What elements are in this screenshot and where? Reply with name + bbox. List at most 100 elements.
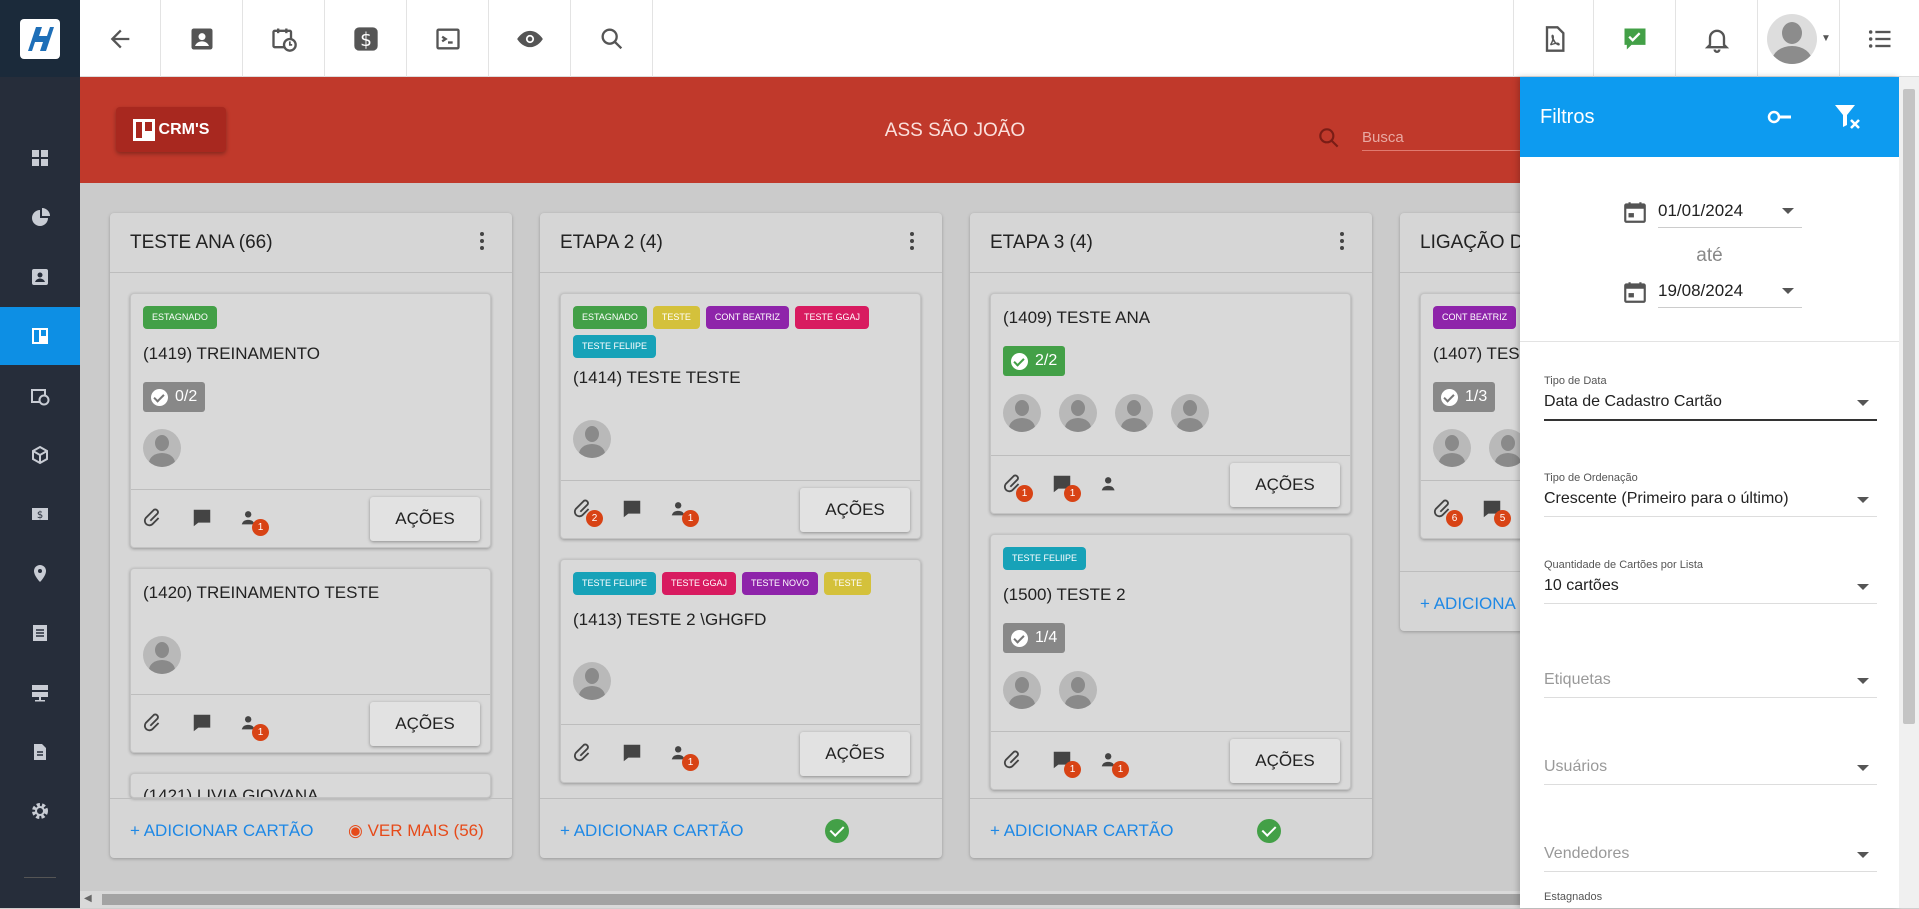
avatar[interactable]	[1433, 429, 1471, 467]
back-button[interactable]	[80, 0, 161, 77]
more-vert-icon[interactable]	[1330, 229, 1354, 259]
avatar[interactable]	[1489, 429, 1520, 467]
board-search-input[interactable]	[1362, 125, 1532, 151]
check-circle-icon[interactable]	[825, 819, 849, 843]
paperclip-icon[interactable]: 2	[573, 498, 603, 527]
user-menu-button[interactable]: ▼	[1759, 0, 1840, 77]
sidebar-item-products[interactable]	[0, 426, 80, 484]
paperclip-icon[interactable]	[1003, 749, 1025, 776]
avatar[interactable]	[1115, 394, 1153, 432]
stagnant-filter[interactable]: Estagnados	[1544, 891, 1877, 909]
card[interactable]: TESTE FELIIPE (1500) TESTE 2 1/4 1 1 AÇÕ…	[990, 534, 1351, 790]
paperclip-icon[interactable]	[573, 742, 595, 769]
add-card-button[interactable]: + ADICIONAR CARTÃO	[560, 821, 743, 841]
avatar[interactable]	[1003, 394, 1041, 432]
card[interactable]: ESTAGNADO TESTE CONT BEATRIZ TESTE GGAJ …	[560, 293, 921, 539]
list-title: TESTE ANA (66)	[130, 231, 273, 253]
menu-button[interactable]	[1841, 0, 1919, 77]
members-icon[interactable]: 1	[239, 712, 269, 741]
sidebar-item-reports[interactable]	[0, 189, 80, 247]
app-logo[interactable]	[0, 0, 80, 77]
members-icon[interactable]	[1099, 473, 1121, 500]
sellers-select[interactable]: Vendedores	[1544, 845, 1877, 872]
comment-icon[interactable]	[191, 507, 213, 534]
sidebar-item-contacts[interactable]	[0, 248, 80, 306]
sidebar-item-locations[interactable]	[0, 545, 80, 603]
card-actions-button[interactable]: AÇÕES	[1230, 739, 1340, 783]
comment-icon[interactable]: 5	[1481, 498, 1511, 527]
sidebar-item-settings[interactable]	[0, 782, 80, 840]
sidebar-item-schedule[interactable]	[0, 367, 80, 425]
members-icon[interactable]: 1	[669, 498, 699, 527]
sidebar-item-files[interactable]	[0, 723, 80, 781]
scroll-left-icon[interactable]: ◀	[84, 893, 92, 904]
card-actions-button[interactable]: AÇÕES	[1230, 463, 1340, 507]
cards-per-list-select[interactable]: Quantidade de Cartões por Lista 10 cartõ…	[1544, 559, 1877, 604]
avatar[interactable]	[143, 429, 181, 467]
paperclip-icon[interactable]: 6	[1433, 498, 1463, 527]
notifications-button[interactable]	[1677, 0, 1758, 77]
approved-button[interactable]	[1595, 0, 1676, 77]
avatar[interactable]	[1059, 394, 1097, 432]
comment-icon[interactable]: 1	[1051, 473, 1081, 502]
card[interactable]: TESTE FELIIPE TESTE GGAJ TESTE NOVO TEST…	[560, 559, 921, 783]
avatar[interactable]	[143, 636, 181, 674]
comment-icon[interactable]	[621, 742, 643, 769]
card[interactable]: CONT BEATRIZ (1407) TES 1/3 6 5	[1420, 293, 1520, 539]
terminal-button[interactable]	[408, 0, 489, 77]
paperclip-icon[interactable]	[143, 712, 165, 739]
view-button[interactable]	[490, 0, 571, 77]
sidebar-item-finance[interactable]: $	[0, 485, 80, 543]
search-button[interactable]	[572, 0, 653, 77]
paperclip-icon[interactable]: 1	[1003, 473, 1033, 502]
more-vert-icon[interactable]	[900, 229, 924, 259]
add-card-button[interactable]: + ADICIONA	[1420, 594, 1516, 614]
sidebar-item-servers[interactable]	[0, 663, 80, 721]
comment-icon[interactable]	[191, 712, 213, 739]
avatar[interactable]	[1003, 671, 1041, 709]
paperclip-icon[interactable]	[143, 507, 165, 534]
members-icon[interactable]: 1	[669, 742, 699, 771]
key-icon[interactable]	[1766, 103, 1794, 136]
card[interactable]: (1420) TREINAMENTO TESTE 1 AÇÕES	[130, 568, 491, 753]
scrollbar-thumb[interactable]	[1903, 89, 1915, 724]
tags-select[interactable]: Etiquetas	[1544, 671, 1877, 698]
date-from-field[interactable]: 01/01/2024	[1622, 199, 1802, 230]
schedule-button[interactable]	[244, 0, 325, 77]
avatar[interactable]	[573, 662, 611, 700]
card-actions-button[interactable]: AÇÕES	[800, 732, 910, 776]
card[interactable]: ESTAGNADO (1419) TREINAMENTO 0/2 1 AÇÕES	[130, 293, 491, 548]
avatar[interactable]	[1171, 394, 1209, 432]
date-type-select[interactable]: Tipo de Data Data de Cadastro Cartão	[1544, 375, 1877, 421]
horizontal-scrollbar[interactable]: ◀	[80, 891, 1520, 908]
users-select[interactable]: Usuários	[1544, 758, 1877, 785]
scrollbar-thumb[interactable]	[102, 894, 1520, 905]
card-actions-button[interactable]: AÇÕES	[800, 488, 910, 532]
date-to-field[interactable]: 19/08/2024	[1622, 279, 1802, 310]
finance-button[interactable]: $	[326, 0, 407, 77]
order-type-select[interactable]: Tipo de Ordenação Crescente (Primeiro pa…	[1544, 472, 1877, 517]
avatar[interactable]	[573, 420, 611, 458]
sidebar-item-crm[interactable]	[0, 307, 80, 365]
members-icon[interactable]: 1	[1099, 749, 1129, 778]
members-icon[interactable]: 1	[239, 507, 269, 536]
avatar[interactable]	[1059, 671, 1097, 709]
add-card-button[interactable]: + ADICIONAR CARTÃO	[130, 821, 313, 841]
sidebar-item-dashboard[interactable]	[0, 129, 80, 187]
more-vert-icon[interactable]	[470, 229, 494, 259]
card[interactable]: (1409) TESTE ANA 2/2 1 1 AÇÕES	[990, 293, 1351, 514]
comment-icon[interactable]	[621, 498, 643, 525]
comment-icon[interactable]: 1	[1051, 749, 1081, 778]
pdf-button[interactable]	[1513, 0, 1594, 77]
card-actions-button[interactable]: AÇÕES	[370, 497, 480, 541]
clear-filter-icon[interactable]	[1832, 101, 1862, 136]
contacts-button[interactable]	[162, 0, 243, 77]
check-circle-icon[interactable]	[1257, 819, 1281, 843]
add-card-button[interactable]: + ADICIONAR CARTÃO	[990, 821, 1173, 841]
see-more-button[interactable]: ◉ VER MAIS (56)	[348, 821, 484, 841]
vertical-scrollbar[interactable]	[1899, 77, 1919, 908]
card-actions-button[interactable]: AÇÕES	[370, 702, 480, 746]
sidebar-item-documents[interactable]	[0, 604, 80, 662]
card[interactable]: (1421) LIVIA GIOVANA	[130, 773, 491, 798]
search-icon[interactable]	[1316, 125, 1342, 156]
